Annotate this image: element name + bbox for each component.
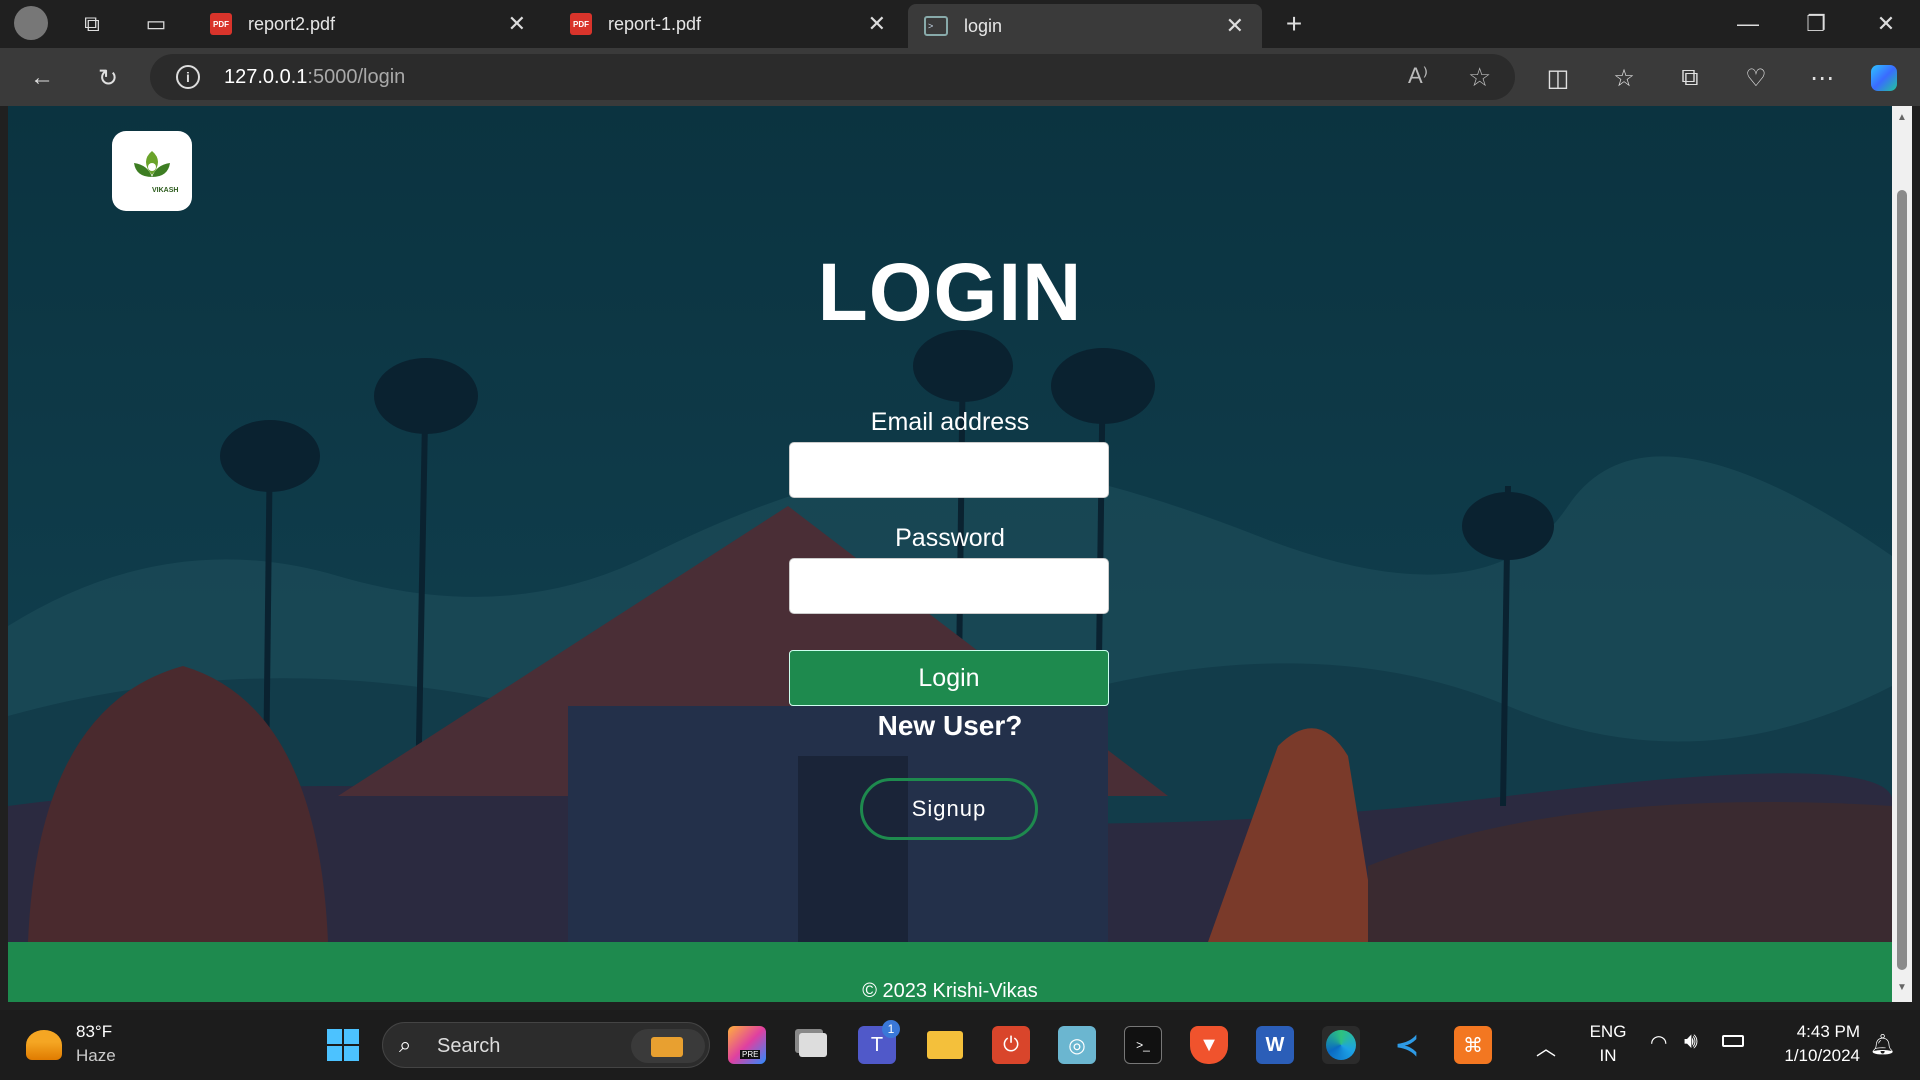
language-indicator[interactable]: ENG IN — [1580, 1022, 1636, 1066]
file-explorer-icon[interactable] — [926, 1026, 964, 1064]
email-input[interactable] — [789, 442, 1109, 498]
footer-copyright: © 2023 Krishi-Vikas — [862, 980, 1038, 1002]
password-input[interactable] — [789, 558, 1109, 614]
weather-widget[interactable]: 83°F Haze — [26, 1022, 146, 1068]
favorite-star-icon[interactable]: ☆ — [1468, 62, 1491, 93]
scroll-down-arrow-icon[interactable]: ▼ — [1897, 982, 1907, 993]
clock-time: 4:43 PM — [1796, 1022, 1860, 1041]
show-hidden-icons[interactable]: ︿ — [1536, 1032, 1556, 1061]
start-button[interactable] — [324, 1026, 362, 1064]
profile-avatar[interactable] — [14, 6, 48, 40]
taskbar: 83°F Haze ⌕ Search PRE T 1 ⏻ ◎ >_ ▼ W ≺ … — [0, 1010, 1920, 1080]
tab-report2[interactable]: PDF report2.pdf ✕ — [194, 4, 544, 44]
teams-icon[interactable]: T 1 — [858, 1020, 900, 1064]
split-screen-icon[interactable]: ◫ — [1542, 62, 1574, 94]
close-tab-icon[interactable]: ✕ — [508, 11, 526, 37]
url-path: :5000/login — [307, 66, 406, 88]
word-icon[interactable]: W — [1256, 1026, 1294, 1064]
login-button[interactable]: Login — [789, 650, 1109, 706]
clock-date: 1/10/2024 — [1784, 1046, 1860, 1065]
wifi-icon[interactable]: ◠ — [1650, 1030, 1667, 1055]
site-logo[interactable]: VIKASH — [112, 131, 192, 211]
search-placeholder: Search — [437, 1035, 501, 1057]
new-user-text: New User? — [877, 710, 1023, 741]
tab-label: report-1.pdf — [608, 13, 702, 34]
xampp-icon[interactable]: ⌘ — [1454, 1026, 1492, 1064]
new-tab-icon[interactable]: + — [1280, 8, 1308, 39]
site-info-icon[interactable]: i — [176, 65, 200, 89]
clock[interactable]: 4:43 PM 1/10/2024 — [1766, 1022, 1860, 1066]
page-scrollbar[interactable]: ▲ ▼ — [1892, 106, 1912, 1002]
restore-icon[interactable]: ❐ — [1802, 10, 1830, 38]
minimize-icon[interactable]: — — [1734, 10, 1762, 38]
browser-essentials-icon[interactable]: ♡ — [1740, 62, 1772, 94]
signup-button[interactable]: Signup — [860, 778, 1038, 840]
footer: © 2023 Krishi-Vikas — [8, 942, 1892, 1002]
page-title: LOGIN — [817, 247, 1083, 338]
power-app-icon[interactable]: ⏻ — [992, 1026, 1030, 1064]
pdf-icon: PDF — [210, 13, 232, 35]
task-view-icon[interactable] — [794, 1026, 832, 1064]
workspaces-icon[interactable]: ⧉ — [78, 10, 106, 38]
refresh-icon[interactable]: ↻ — [92, 62, 124, 94]
camera-app-icon[interactable]: ◎ — [1058, 1026, 1096, 1064]
teams-badge: 1 — [882, 1020, 900, 1038]
weather-temp: 83°F — [76, 1022, 113, 1041]
back-icon[interactable]: ← — [26, 62, 58, 94]
vscode-icon[interactable]: ≺ — [1388, 1026, 1426, 1064]
taskbar-search[interactable]: ⌕ Search — [382, 1022, 710, 1068]
terminal-taskbar-icon[interactable]: >_ — [1124, 1026, 1162, 1064]
scroll-up-arrow-icon[interactable]: ▲ — [1897, 112, 1907, 123]
favorites-icon[interactable]: ☆ — [1608, 62, 1640, 94]
collections-icon[interactable]: ⧉ — [1674, 62, 1706, 94]
notifications-bell-icon[interactable]: 🔔︎ — [1870, 1032, 1895, 1057]
url-host: 127.0.0.1 — [224, 66, 308, 88]
pdf-icon: PDF — [570, 13, 592, 35]
tab-label: login — [964, 15, 1003, 36]
volume-icon[interactable]: 🔊︎ — [1684, 1028, 1698, 1054]
language-code: ENG — [1589, 1022, 1627, 1041]
tab-bar: ⧉ ▭ PDF report2.pdf ✕ PDF report-1.pdf ✕… — [0, 0, 1920, 48]
password-label: Password — [895, 524, 1005, 552]
tab-actions-icon[interactable]: ▭ — [142, 10, 170, 38]
terminal-icon: > — [924, 16, 948, 36]
read-aloud-icon[interactable]: A⁾ — [1408, 63, 1428, 89]
logo-text: VIKASH — [152, 187, 179, 194]
tab-login[interactable]: > login ✕ — [908, 4, 1262, 48]
address-bar[interactable]: i 127.0.0.1:5000/login A⁾ ☆ — [150, 54, 1515, 100]
close-tab-icon[interactable]: ✕ — [1226, 13, 1244, 39]
close-tab-icon[interactable]: ✕ — [868, 11, 886, 37]
weather-haze-icon — [26, 1030, 62, 1060]
email-label: Email address — [870, 408, 1030, 436]
search-icon: ⌕ — [399, 1032, 412, 1057]
edge-icon[interactable] — [1322, 1026, 1360, 1064]
close-window-icon[interactable]: ✕ — [1872, 10, 1900, 38]
brave-icon[interactable]: ▼ — [1190, 1026, 1228, 1064]
pre-badge: PRE — [740, 1050, 761, 1059]
windows-logo-icon — [327, 1029, 359, 1061]
battery-icon[interactable] — [1722, 1032, 1744, 1052]
copilot-taskbar-icon[interactable]: PRE — [728, 1026, 766, 1064]
tab-report-1[interactable]: PDF report-1.pdf ✕ — [554, 4, 904, 44]
page-viewport: VIKASH LOGIN Email address Password Logi… — [8, 106, 1892, 1002]
scrollbar-thumb[interactable] — [1897, 190, 1907, 970]
leaf-logo-icon — [134, 151, 170, 177]
more-menu-icon[interactable]: ⋯ — [1806, 62, 1838, 94]
copilot-icon[interactable] — [1868, 62, 1900, 94]
weather-desc: Haze — [76, 1046, 116, 1065]
url-text[interactable]: 127.0.0.1:5000/login — [224, 66, 405, 89]
search-highlight-icon — [631, 1029, 705, 1063]
tab-label: report2.pdf — [248, 13, 336, 34]
language-region: IN — [1599, 1046, 1617, 1065]
address-bar-row: ← ↻ i 127.0.0.1:5000/login A⁾ ☆ ◫ ☆ ⧉ ♡ … — [0, 48, 1920, 106]
